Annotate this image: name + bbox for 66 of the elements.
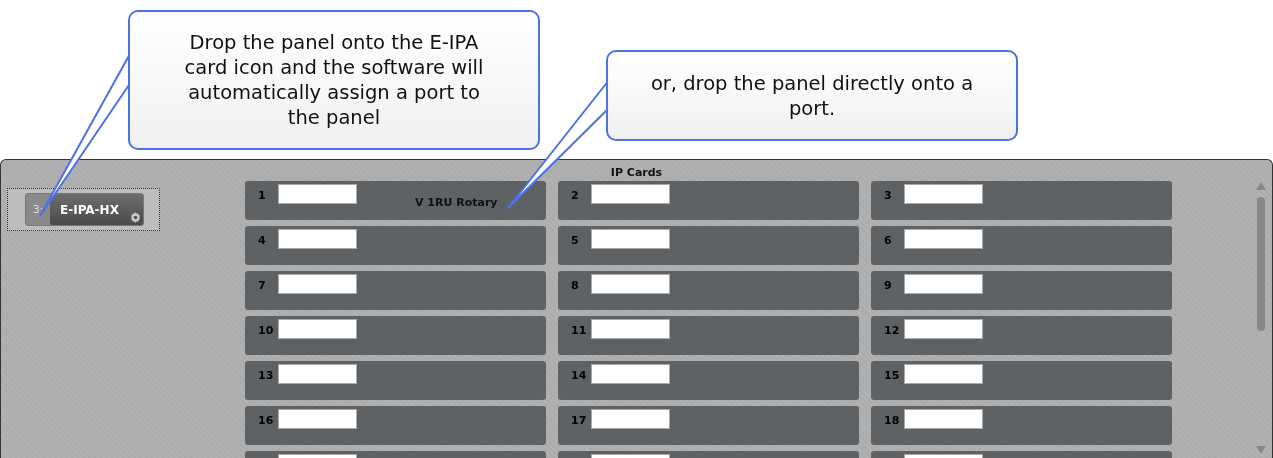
port-card[interactable]: 11	[558, 316, 859, 355]
port-field[interactable]	[591, 229, 670, 249]
port-number: 18	[884, 414, 900, 427]
port-number: 2	[571, 189, 579, 202]
port-number: 5	[571, 234, 579, 247]
port-number: 6	[884, 234, 892, 247]
port-card[interactable]: 3	[871, 181, 1172, 220]
port-card[interactable]: 18	[871, 406, 1172, 445]
scrollbar-thumb[interactable]	[1257, 197, 1265, 331]
port-field[interactable]	[904, 364, 983, 384]
port-card[interactable]: 10	[245, 316, 546, 355]
port-field[interactable]	[278, 364, 357, 384]
port-card[interactable]: 17	[558, 406, 859, 445]
scroll-down-icon[interactable]	[1256, 446, 1266, 454]
port-card[interactable]	[871, 451, 1172, 458]
port-card[interactable]: 1 V 1RU Rotary	[245, 181, 546, 220]
port-number: 11	[571, 324, 587, 337]
port-card[interactable]: 6	[871, 226, 1172, 265]
port-card[interactable]: 14	[558, 361, 859, 400]
port-card[interactable]: 4	[245, 226, 546, 265]
port-field[interactable]	[591, 364, 670, 384]
port-card[interactable]: 7	[245, 271, 546, 310]
port-number: 17	[571, 414, 587, 427]
port-number: 12	[884, 324, 900, 337]
port-number: 7	[258, 279, 266, 292]
port-number: 8	[571, 279, 579, 292]
callout-bubble: or, drop the panel directly onto a port.	[606, 50, 1018, 141]
port-card[interactable]: 16	[245, 406, 546, 445]
port-field[interactable]	[278, 409, 357, 429]
scroll-up-icon[interactable]	[1256, 182, 1266, 190]
port-card[interactable]: 13	[245, 361, 546, 400]
card-button[interactable]: 3: E-IPA-HX	[25, 193, 144, 226]
port-card[interactable]	[245, 451, 546, 458]
port-card[interactable]: 5	[558, 226, 859, 265]
port-field[interactable]	[904, 274, 983, 294]
port-field[interactable]	[591, 409, 670, 429]
port-number: 4	[258, 234, 266, 247]
port-field[interactable]	[591, 319, 670, 339]
port-field[interactable]	[591, 184, 670, 204]
port-field[interactable]	[904, 409, 983, 429]
port-field[interactable]	[278, 229, 357, 249]
callout-bubble: Drop the panel onto the E-IPA card icon and the software will automatically assign a port to the panel	[128, 10, 540, 150]
port-field[interactable]	[904, 319, 983, 339]
port-card[interactable]: 15	[871, 361, 1172, 400]
port-field[interactable]	[904, 229, 983, 249]
port-card[interactable]: 9	[871, 271, 1172, 310]
port-number: 13	[258, 369, 274, 382]
port-card[interactable]: 8	[558, 271, 859, 310]
port-number: 14	[571, 369, 587, 382]
port-card[interactable]: 2	[558, 181, 859, 220]
gear-icon	[130, 212, 141, 223]
port-field[interactable]	[904, 184, 983, 204]
port-card[interactable]	[558, 451, 859, 458]
port-number: 15	[884, 369, 900, 382]
port-number: 1	[258, 189, 266, 202]
port-field[interactable]	[591, 274, 670, 294]
port-number: 16	[258, 414, 274, 427]
assigned-panel-label: V 1RU Rotary	[415, 196, 498, 209]
port-field[interactable]	[278, 274, 357, 294]
port-number: 10	[258, 324, 274, 337]
port-field[interactable]	[278, 319, 357, 339]
port-field[interactable]	[278, 184, 357, 204]
port-number: 9	[884, 279, 892, 292]
port-card[interactable]: 12	[871, 316, 1172, 355]
port-number: 3	[884, 189, 892, 202]
panel-title: IP Cards	[610, 166, 663, 179]
